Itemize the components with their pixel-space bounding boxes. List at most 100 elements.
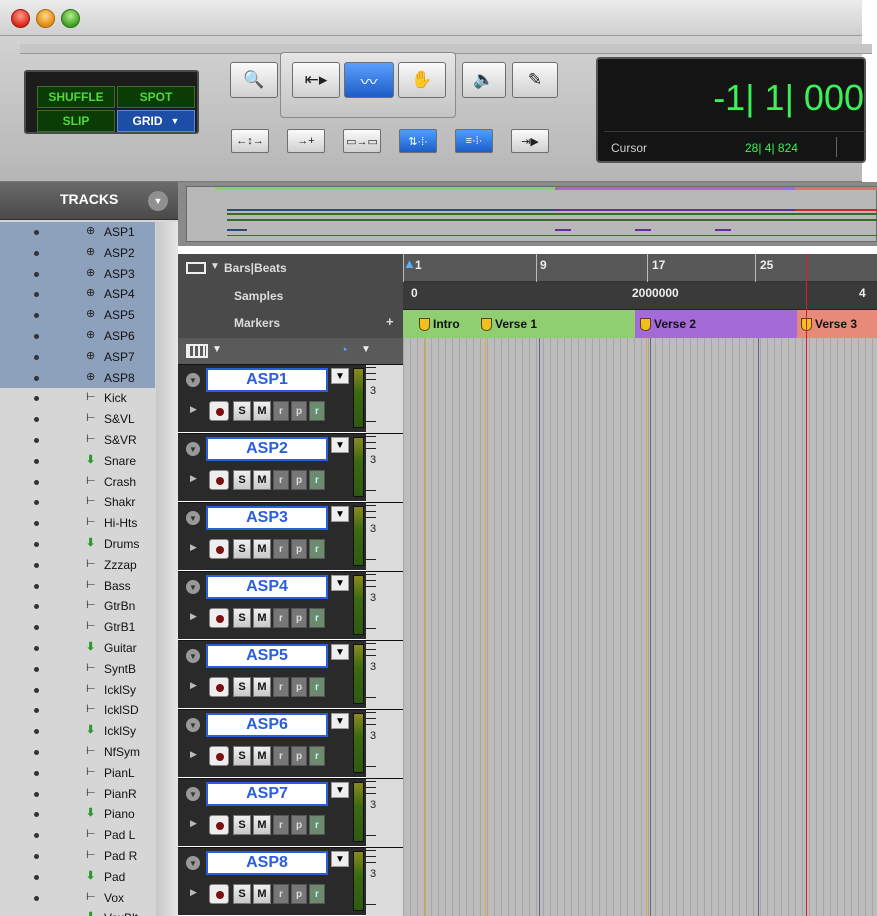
track-name-menu-button[interactable]: ▼ — [331, 782, 349, 798]
solo-button[interactable]: S — [233, 884, 251, 904]
insertion-follows-playback-button[interactable]: ≡·⁞· — [455, 129, 493, 153]
zoom-toggle-button[interactable]: ←↕→ — [231, 129, 269, 153]
record-ready-button[interactable]: r — [309, 815, 325, 835]
show-hide-dot-icon[interactable] — [34, 458, 39, 464]
solo-button[interactable]: S — [233, 815, 251, 835]
record-ready-button[interactable]: r — [309, 608, 325, 628]
tracks-list-row[interactable]: ⊢ PianR — [0, 784, 155, 805]
track-name-menu-button[interactable]: ▼ — [331, 437, 349, 453]
tracks-list-row[interactable]: ⊕ ASP3 — [0, 263, 155, 285]
track-name-field[interactable]: ASP7 — [206, 782, 328, 806]
show-hide-dot-icon[interactable] — [34, 791, 39, 797]
expand-track-icon[interactable]: ▶ — [190, 887, 197, 898]
zoom-tool-button[interactable]: 🔍 — [230, 62, 278, 98]
track-name-menu-button[interactable]: ▼ — [331, 575, 349, 591]
track-name-field[interactable]: ASP4 — [206, 575, 328, 599]
mute-button[interactable]: M — [253, 608, 271, 628]
track-name-menu-button[interactable]: ▼ — [331, 851, 349, 867]
automation-read-button[interactable]: r — [273, 470, 289, 490]
clock-icon[interactable]: ◔ — [340, 342, 348, 357]
track-name-menu-button[interactable]: ▼ — [331, 506, 349, 522]
show-hide-dot-icon[interactable] — [34, 874, 39, 880]
track-name-menu-button[interactable]: ▼ — [331, 368, 349, 384]
show-hide-dot-icon[interactable] — [34, 417, 39, 423]
show-hide-dot-icon[interactable] — [34, 313, 39, 319]
track-collapse-button[interactable]: ▼ — [186, 718, 200, 732]
expand-track-icon[interactable]: ▶ — [190, 680, 197, 691]
universe-overview[interactable] — [178, 182, 877, 246]
scrubber-tool-button[interactable]: 🔈 — [462, 62, 506, 98]
track-name-field[interactable]: ASP1 — [206, 368, 328, 392]
show-hide-dot-icon[interactable] — [34, 853, 39, 859]
track-collapse-button[interactable]: ▼ — [186, 787, 200, 801]
show-hide-dot-icon[interactable] — [34, 812, 39, 818]
track-name-field[interactable]: ASP3 — [206, 506, 328, 530]
tracks-list-row[interactable]: ⊢ Bass — [0, 576, 155, 597]
expand-track-icon[interactable]: ▶ — [190, 473, 197, 484]
tracks-list-row[interactable]: ⊕ ASP2 — [0, 242, 155, 264]
solo-button[interactable]: S — [233, 608, 251, 628]
show-hide-dot-icon[interactable] — [34, 541, 39, 547]
automation-read-button[interactable]: r — [273, 815, 289, 835]
show-hide-dot-icon[interactable] — [34, 437, 39, 443]
record-enable-button[interactable] — [209, 608, 229, 628]
show-hide-dot-icon[interactable] — [34, 230, 39, 235]
tracks-list-row[interactable]: ⊕ ASP8 — [0, 367, 155, 389]
mute-button[interactable]: M — [253, 884, 271, 904]
playlist-button[interactable]: p — [291, 746, 307, 766]
record-enable-button[interactable] — [209, 746, 229, 766]
tracks-list-row[interactable]: ⊢ PianL — [0, 763, 155, 784]
show-hide-dot-icon[interactable] — [34, 521, 39, 527]
show-hide-dot-icon[interactable] — [34, 292, 39, 298]
pencil-tool-button[interactable]: ✎ — [512, 62, 558, 98]
mute-button[interactable]: M — [253, 539, 271, 559]
tracks-list-row[interactable]: ⊢ IcklSD — [0, 700, 155, 721]
record-enable-button[interactable] — [209, 884, 229, 904]
record-enable-button[interactable] — [209, 815, 229, 835]
record-ready-button[interactable]: r — [309, 677, 325, 697]
solo-button[interactable]: S — [233, 539, 251, 559]
mute-button[interactable]: M — [253, 815, 271, 835]
automation-read-button[interactable]: r — [273, 884, 289, 904]
automation-read-button[interactable]: r — [273, 746, 289, 766]
tracks-list-row[interactable]: ⊢ Pad L — [0, 825, 155, 846]
expand-track-icon[interactable]: ▶ — [190, 611, 197, 622]
track-name-menu-button[interactable]: ▼ — [331, 713, 349, 729]
link-track-edit-button[interactable]: ⇅·⁞· — [399, 129, 437, 153]
record-ready-button[interactable]: r — [309, 539, 325, 559]
tracks-list-row[interactable]: ⊢ Hi-Hts — [0, 513, 155, 534]
marker-verse-2[interactable]: Verse 2 — [640, 312, 696, 336]
add-marker-icon[interactable]: + — [386, 314, 394, 329]
tracks-list-row[interactable]: ⊢ GtrBn — [0, 596, 155, 617]
tracks-list-row[interactable]: ⊢ IcklSy — [0, 680, 155, 701]
show-hide-dot-icon[interactable] — [34, 833, 39, 839]
show-hide-dot-icon[interactable] — [34, 375, 39, 381]
track-collapse-button[interactable]: ▼ — [186, 373, 200, 387]
expand-track-icon[interactable]: ▶ — [190, 404, 197, 415]
shuffle-mode-button[interactable]: SHUFFLE — [37, 86, 115, 108]
zoom-window-button[interactable] — [61, 9, 80, 28]
record-enable-button[interactable] — [209, 401, 229, 421]
tracks-list-row[interactable]: ⊢ S&VR — [0, 430, 155, 451]
show-hide-dot-icon[interactable] — [34, 396, 39, 402]
bars-beats-label[interactable]: Bars|Beats — [224, 261, 287, 275]
record-ready-button[interactable]: r — [309, 884, 325, 904]
show-hide-dot-icon[interactable] — [34, 354, 39, 360]
expand-track-icon[interactable]: ▶ — [190, 818, 197, 829]
tracks-list-row[interactable]: ⬇ Piano — [0, 804, 155, 825]
show-hide-dot-icon[interactable] — [34, 583, 39, 589]
mute-button[interactable]: M — [253, 677, 271, 697]
tracks-list-row[interactable]: ⊢ S&VL — [0, 409, 155, 430]
playhead-flag-icon[interactable]: ▲ — [403, 256, 416, 271]
tracks-list-row[interactable]: ⊕ ASP6 — [0, 325, 155, 347]
tracks-list-scrollbar[interactable] — [156, 222, 178, 916]
tracks-list-row[interactable]: ⊢ Shakr — [0, 492, 155, 513]
playlist-button[interactable]: p — [291, 815, 307, 835]
show-hide-dot-icon[interactable] — [34, 895, 39, 901]
automation-read-button[interactable]: r — [273, 677, 289, 697]
track-collapse-button[interactable]: ▼ — [186, 580, 200, 594]
record-enable-button[interactable] — [209, 470, 229, 490]
tracks-list-row[interactable]: ⊢ Crash — [0, 472, 155, 493]
track-name-field[interactable]: ASP2 — [206, 437, 328, 461]
automation-read-button[interactable]: r — [273, 539, 289, 559]
